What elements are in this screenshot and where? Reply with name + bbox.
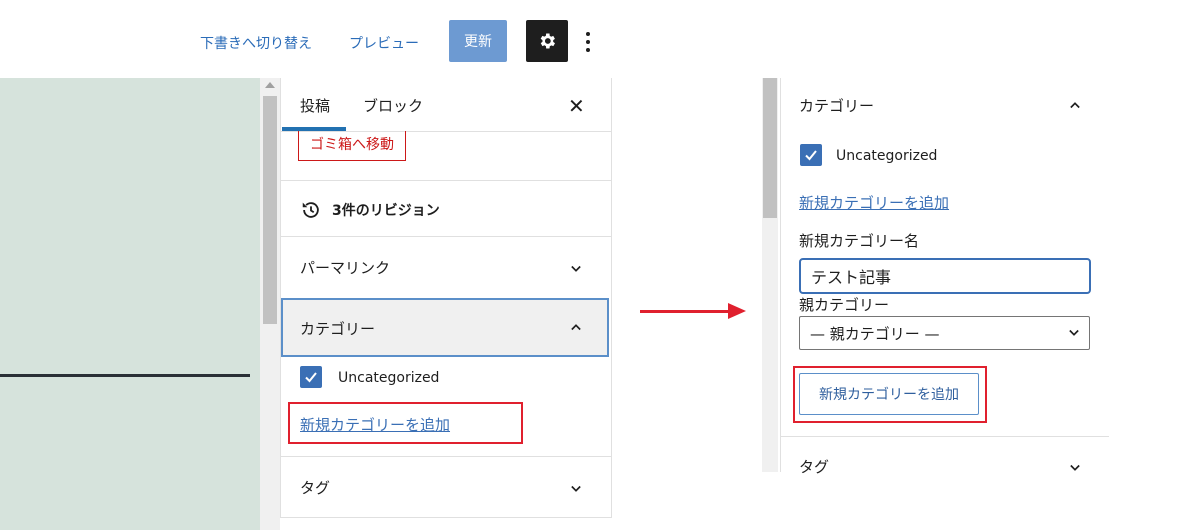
divider xyxy=(781,436,1109,437)
scrollbar-thumb[interactable] xyxy=(263,96,277,324)
chevron-down-icon[interactable] xyxy=(571,484,581,494)
parent-category-select[interactable]: — 親カテゴリー — xyxy=(799,316,1090,350)
checkmark-icon xyxy=(305,372,317,383)
add-new-category-button[interactable]: 新規カテゴリーを追加 xyxy=(799,373,979,415)
checkmark-icon xyxy=(805,150,817,161)
panel-category-title[interactable]: カテゴリー xyxy=(300,318,375,339)
divider xyxy=(281,517,611,518)
category-checkbox[interactable] xyxy=(300,366,322,388)
chevron-down-icon xyxy=(1069,329,1079,336)
chevron-down-icon[interactable] xyxy=(571,264,581,274)
chevron-down-icon[interactable] xyxy=(1070,463,1080,473)
divider xyxy=(281,236,611,237)
panel-category-title[interactable]: カテゴリー xyxy=(799,95,874,116)
panel-border xyxy=(780,78,781,472)
category-checkbox[interactable] xyxy=(800,144,822,166)
category-label: Uncategorized xyxy=(338,370,440,386)
more-vertical-icon[interactable] xyxy=(581,28,595,56)
separator-block[interactable] xyxy=(0,374,250,377)
arrow-right-icon xyxy=(640,310,732,313)
arrow-head xyxy=(728,303,746,319)
settings-button[interactable] xyxy=(526,20,568,62)
editor-canvas[interactable] xyxy=(0,78,260,530)
history-icon xyxy=(302,202,319,218)
gear-icon xyxy=(540,33,555,49)
parent-category-label: 親カテゴリー xyxy=(799,296,890,314)
chevron-up-icon[interactable] xyxy=(571,322,581,332)
update-button[interactable]: 更新 xyxy=(449,20,507,62)
add-new-category-link[interactable]: 新規カテゴリーを追加 xyxy=(799,192,949,213)
panel-tag-title[interactable]: タグ xyxy=(300,477,330,498)
new-category-name-label: 新規カテゴリー名 xyxy=(799,232,920,250)
move-to-trash-button[interactable]: ゴミ箱へ移動 xyxy=(298,131,406,161)
divider xyxy=(281,456,611,457)
scrollbar-thumb[interactable] xyxy=(763,78,777,218)
new-category-name-input[interactable]: テスト記事 xyxy=(799,258,1091,294)
add-new-category-link[interactable]: 新規カテゴリーを追加 xyxy=(300,414,450,435)
panel-permalink-title[interactable]: パーマリンク xyxy=(300,257,390,278)
tab-post[interactable]: 投稿 xyxy=(300,95,330,116)
divider xyxy=(281,180,611,181)
tab-block[interactable]: ブロック xyxy=(363,95,423,116)
revisions-button[interactable]: 3件のリビジョン xyxy=(300,199,440,221)
revisions-label: 3件のリビジョン xyxy=(332,203,440,219)
close-icon[interactable]: ✕ xyxy=(568,96,585,116)
scroll-up-arrow-icon[interactable] xyxy=(265,82,275,88)
preview-button[interactable]: プレビュー xyxy=(349,33,419,53)
switch-to-draft-button[interactable]: 下書きへ切り替え xyxy=(200,33,312,53)
category-label: Uncategorized xyxy=(836,148,938,164)
panel-tag-title[interactable]: タグ xyxy=(799,456,829,477)
chevron-up-icon[interactable] xyxy=(1070,100,1080,110)
parent-category-selected: — 親カテゴリー — xyxy=(810,324,940,343)
